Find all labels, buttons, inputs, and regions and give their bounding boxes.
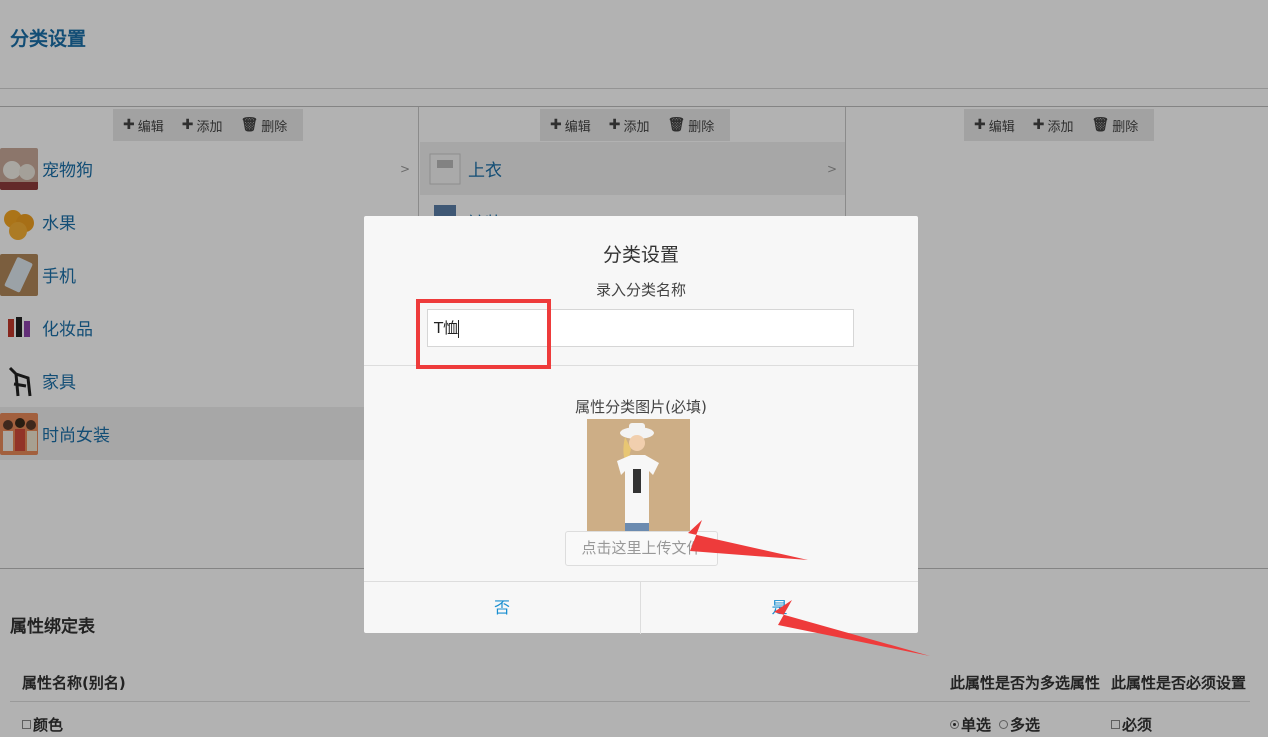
input-label: 录入分类名称 — [595, 281, 686, 299]
annotation-box — [416, 299, 551, 369]
category-dialog: 分类设置 录入分类名称 T恤 属性分类图片(必填) 点击这里上传文件 否 是 — [364, 216, 918, 634]
dialog-title: 分类设置 — [602, 244, 679, 266]
image-preview — [587, 419, 690, 531]
image-label: 属性分类图片(必填) — [575, 398, 707, 416]
upload-button[interactable]: 点击这里上传文件 — [565, 531, 718, 566]
dialog-footer: 否 是 — [364, 581, 918, 634]
yes-button[interactable]: 是 — [641, 582, 918, 634]
no-button[interactable]: 否 — [364, 582, 641, 634]
